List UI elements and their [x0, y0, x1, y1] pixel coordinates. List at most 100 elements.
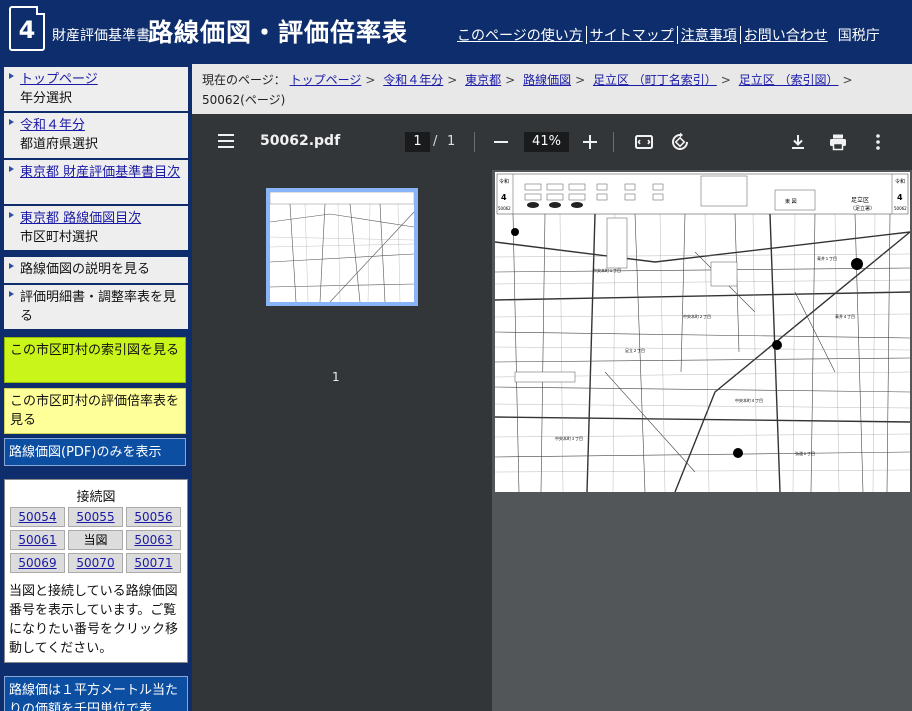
route-price-note: 路線価は１平方メートル当たりの価額を千円単位で表: [4, 676, 188, 711]
connect-cell[interactable]: 50070: [68, 553, 123, 573]
zoom-in-icon[interactable]: [583, 134, 599, 150]
connect-link[interactable]: 50070: [76, 556, 114, 570]
breadcrumb-link[interactable]: 足立区 （町丁名索引）: [593, 73, 717, 87]
page-thumbnail[interactable]: [266, 188, 418, 306]
thumbnail-page-number: 1: [332, 370, 340, 384]
map-code-right: 50062: [894, 206, 907, 211]
sidebar-sub-label: 都道府県選択: [20, 137, 99, 152]
connect-link[interactable]: 50056: [134, 510, 172, 524]
connection-map-title: 接続図: [76, 490, 116, 505]
connect-cell[interactable]: 50069: [10, 553, 65, 573]
toolbar-divider: [613, 132, 614, 152]
map-area-label: 青井４丁目: [835, 313, 855, 319]
map-ward-sub: （足立署）: [850, 205, 875, 212]
breadcrumb-link[interactable]: 足立区 （索引図）: [739, 73, 839, 87]
breadcrumb-sep: >: [720, 73, 731, 87]
logo-number: 4: [18, 16, 36, 44]
map-num-right: 4: [897, 193, 903, 202]
more-vert-icon[interactable]: [868, 132, 888, 152]
sidebar-link-top[interactable]: トップページ: [20, 72, 98, 87]
map-area-label: 中央本町４丁目: [735, 397, 763, 403]
thumbnail-page: [270, 192, 414, 302]
thumbnail-map-drawing: [270, 192, 414, 302]
breadcrumb-link[interactable]: トップページ: [290, 73, 362, 87]
toolbar-divider: [474, 132, 475, 152]
sidebar-item-label[interactable]: 路線価図の説明を見る: [20, 262, 150, 277]
bullet-arrow-icon: [9, 263, 14, 269]
map-era-right: 令和: [895, 178, 905, 185]
connect-cell[interactable]: 50054: [10, 507, 65, 527]
connection-map-description: 当図と接続している路線価図番号を表示しています。ご覧になりたい番号をクリック移動…: [9, 584, 179, 656]
connect-cell[interactable]: 50056: [126, 507, 181, 527]
connect-cell[interactable]: 50061: [10, 530, 65, 550]
map-era-left: 令和: [499, 178, 509, 185]
connect-cell[interactable]: 50071: [126, 553, 181, 573]
sidebar-item-top: トップページ 年分選択: [4, 67, 188, 111]
sidebar-item-label[interactable]: 評価明細書・調整率表を見る: [20, 290, 176, 324]
pdf-only-button[interactable]: 路線価図(PDF)のみを表示: [4, 438, 186, 466]
connect-link[interactable]: 50063: [134, 533, 172, 547]
map-area-label: 中央本町１丁目: [593, 267, 621, 273]
pdf-page-area[interactable]: 令和 4 50062 令和 4 50062 東 図 足立区 （足立署） 中央本町…: [492, 170, 912, 711]
logo-corner: [36, 6, 45, 15]
index-map-button[interactable]: この市区町村の索引図を見る: [4, 337, 186, 383]
rate-table-button[interactable]: この市区町村の評価倍率表を見る: [4, 388, 186, 434]
zoom-out-icon[interactable]: [494, 141, 508, 143]
map-area-label: 中央本町３丁目: [555, 435, 583, 441]
bullet-arrow-icon: [9, 212, 14, 218]
pdf-page: 令和 4 50062 令和 4 50062 東 図 足立区 （足立署） 中央本町…: [495, 172, 910, 492]
rotate-icon[interactable]: [670, 132, 690, 152]
sidebar-link-tokyo-contents[interactable]: 東京都 財産評価基準書目次: [20, 165, 180, 180]
pdf-toolbar: 50062.pdf 1 / 1 41%: [192, 114, 912, 170]
header-nav: このページの使い方 サイトマップ 注意事項 お問い合わせ 国税庁: [457, 25, 880, 45]
breadcrumb-sep: >: [505, 73, 516, 87]
logo-icon[interactable]: 4: [9, 6, 45, 51]
map-ward: 足立区: [851, 196, 869, 204]
map-area-label: 中央本町２丁目: [683, 313, 711, 319]
connect-link[interactable]: 50069: [18, 556, 56, 570]
bullet-arrow-icon: [9, 291, 14, 297]
map-code-left: 50062: [498, 206, 511, 211]
menu-icon[interactable]: [218, 134, 234, 148]
page-number-input[interactable]: 1: [405, 132, 430, 152]
connect-link[interactable]: 50055: [76, 510, 114, 524]
bullet-arrow-icon: [9, 119, 14, 125]
thumbnail-pane: 1: [192, 170, 492, 711]
sidebar-link-year[interactable]: 令和４年分: [20, 118, 85, 133]
sidebar-item-year: 令和４年分 都道府県選択: [4, 113, 188, 158]
breadcrumb-label: 現在のページ：: [202, 73, 286, 87]
pdf-viewer: 50062.pdf 1 / 1 41% 1 令和 4 50062 令和 4 50…: [192, 114, 912, 711]
download-icon[interactable]: [788, 132, 808, 152]
nav-sitemap[interactable]: サイトマップ: [590, 25, 674, 45]
print-icon[interactable]: [828, 132, 848, 152]
breadcrumb-link[interactable]: 令和４年分: [383, 73, 443, 87]
nav-how-to-use[interactable]: このページの使い方: [457, 25, 583, 45]
zoom-level-input[interactable]: 41%: [524, 132, 569, 152]
page-title: 路線価図・評価倍率表: [148, 18, 409, 47]
breadcrumb-sep: >: [447, 73, 458, 87]
breadcrumb-sep: >: [365, 73, 376, 87]
sidebar-item-adjustment-table[interactable]: 評価明細書・調整率表を見る: [4, 285, 188, 329]
breadcrumb-link[interactable]: 路線価図: [523, 73, 571, 87]
map-direction-box: 東 図: [785, 198, 797, 205]
sidebar-link-route-map-contents[interactable]: 東京都 路線価図目次: [20, 211, 141, 226]
breadcrumb-link[interactable]: 東京都: [465, 73, 501, 87]
map-num-left: 4: [501, 193, 507, 202]
connect-link[interactable]: 50071: [134, 556, 172, 570]
connect-link[interactable]: 50061: [18, 533, 56, 547]
connect-cell[interactable]: 50055: [68, 507, 123, 527]
breadcrumb-current: 50062(ページ): [202, 93, 286, 107]
nav-separator: [676, 26, 678, 44]
pdf-filename: 50062.pdf: [260, 133, 341, 149]
connect-link[interactable]: 50054: [18, 510, 56, 524]
nav-contact[interactable]: お問い合わせ: [744, 25, 828, 45]
connect-cell[interactable]: 50063: [126, 530, 181, 550]
sidebar-item-route-map-contents: 東京都 路線価図目次 市区町村選択: [4, 206, 188, 250]
nav-notes[interactable]: 注意事項: [681, 25, 737, 45]
fit-page-icon[interactable]: [634, 132, 654, 152]
map-area-label: 青井１丁目: [817, 255, 837, 261]
agency-name: 国税庁: [837, 28, 880, 44]
sidebar-item-explanation[interactable]: 路線価図の説明を見る: [4, 257, 188, 283]
sidebar-sub-label: 年分選択: [20, 91, 73, 106]
breadcrumb-sep: >: [575, 73, 586, 87]
